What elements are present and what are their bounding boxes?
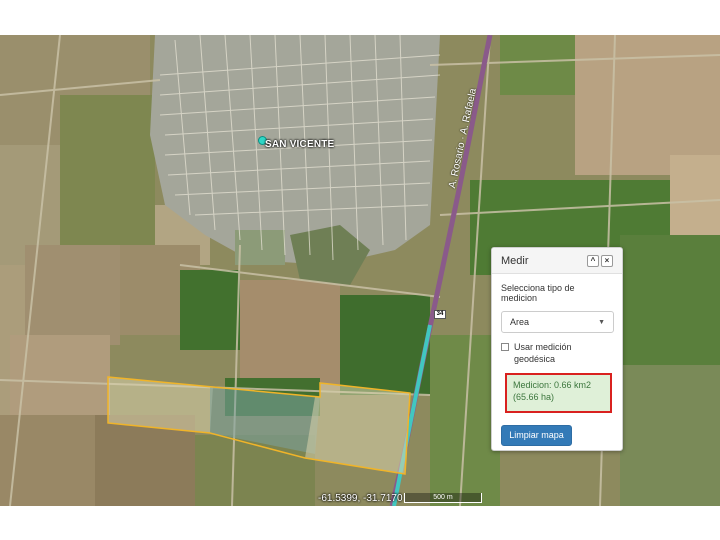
measurement-result-line2: (65.66 ha) — [513, 392, 555, 402]
measure-panel-body: Selecciona tipo de medicion Area ▼ Usar … — [492, 274, 622, 455]
town-label: SAN VICENTE — [265, 139, 335, 150]
cursor-coordinates: -61.5399, -31.7170 — [318, 493, 403, 504]
measure-type-label: Selecciona tipo de medicion — [501, 283, 575, 303]
measure-panel-header: Medir ^ × — [492, 248, 622, 274]
measure-type-value: Area — [510, 317, 530, 327]
geodesic-checkbox[interactable] — [501, 343, 509, 351]
measurement-result: Medicion: 0.66 km2 (65.66 ha) — [505, 373, 612, 413]
viewer-frame: SAN VICENTE A. Rosario · A. Rafaela 34 -… — [0, 0, 720, 540]
measurement-result-line1: Medicion: 0.66 km2 — [513, 380, 592, 390]
scale-bar: 500 m — [404, 493, 482, 503]
geodesic-option[interactable]: Usar medición geodésica — [501, 341, 613, 365]
minimize-icon[interactable]: ^ — [587, 254, 599, 267]
measure-type-select[interactable]: Area ▼ — [501, 311, 614, 333]
route-shield-icon: 34 — [434, 310, 446, 319]
geodesic-label: Usar medición geodésica — [514, 342, 572, 364]
measure-panel-title: Medir — [501, 254, 529, 267]
close-icon[interactable]: × — [601, 254, 613, 267]
measure-panel: Medir ^ × Selecciona tipo de medicion Ar… — [491, 247, 623, 451]
panel-header-buttons: ^ × — [587, 254, 613, 267]
clear-map-button[interactable]: Limpiar mapa — [501, 425, 572, 446]
chevron-down-icon: ▼ — [598, 318, 605, 326]
